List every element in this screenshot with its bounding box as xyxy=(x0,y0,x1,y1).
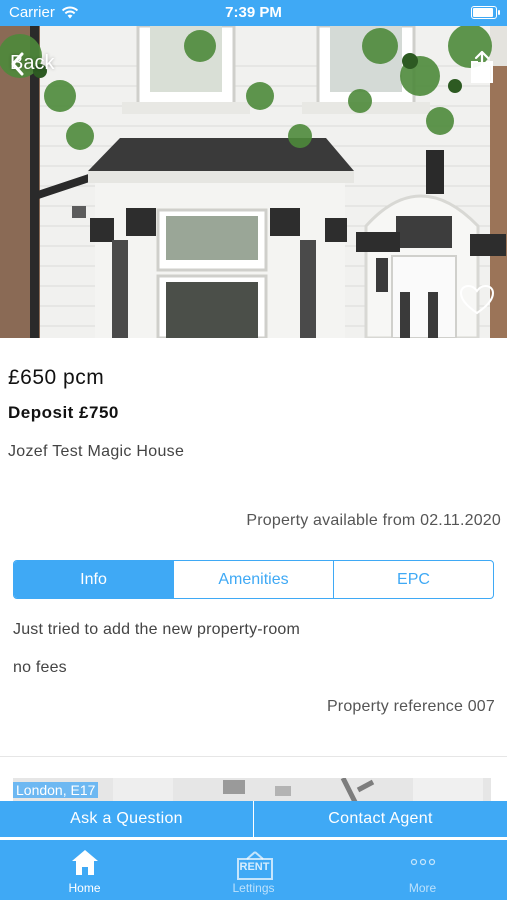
tabbar-more-label: More xyxy=(408,881,437,895)
tab-amenities[interactable]: Amenities xyxy=(173,561,333,598)
property-fees: no fees xyxy=(13,659,67,676)
home-icon xyxy=(71,850,98,875)
tabbar-lettings[interactable]: RENT Lettings xyxy=(169,840,338,900)
tabbar-lettings-label: Lettings xyxy=(232,881,275,895)
rent-sign-text: RENT xyxy=(239,861,270,873)
tab-epc[interactable]: EPC xyxy=(333,561,493,598)
availability-date: Property available from 02.11.2020 xyxy=(246,512,501,529)
heart-icon xyxy=(459,284,495,315)
back-button[interactable]: Back xyxy=(10,52,54,76)
tabbar-home[interactable]: Home xyxy=(0,840,169,900)
chevron-left-icon xyxy=(11,52,24,76)
battery-icon xyxy=(471,6,500,19)
rent-sign-icon: RENT xyxy=(236,851,273,880)
property-price: £650 pcm xyxy=(8,366,105,389)
property-description: Just tried to add the new property-room xyxy=(13,621,301,638)
tabbar-more[interactable]: More xyxy=(338,840,507,900)
property-name: Jozef Test Magic House xyxy=(8,443,185,460)
contact-agent-button[interactable]: Contact Agent xyxy=(253,801,507,837)
share-button[interactable] xyxy=(469,50,495,84)
property-deposit: Deposit £750 xyxy=(8,403,119,422)
property-photo: Back xyxy=(0,26,507,338)
bottom-tab-bar: Home RENT Lettings More xyxy=(0,840,507,900)
ellipsis-icon xyxy=(410,858,435,866)
favorite-button[interactable] xyxy=(459,284,495,316)
detail-tabs: Info Amenities EPC xyxy=(13,560,494,599)
action-bar: Ask a Question Contact Agent xyxy=(0,801,507,837)
status-bar: Carrier 7:39 PM xyxy=(0,0,507,26)
divider xyxy=(0,756,507,757)
status-time: 7:39 PM xyxy=(225,4,282,21)
property-reference: Property reference 007 xyxy=(326,698,495,715)
tabbar-home-label: Home xyxy=(68,881,101,895)
tab-info[interactable]: Info xyxy=(14,561,173,598)
house-illustration xyxy=(0,26,507,338)
map-location-label: London, E17 xyxy=(13,782,99,798)
share-icon xyxy=(471,50,493,83)
ask-question-button[interactable]: Ask a Question xyxy=(0,801,253,837)
